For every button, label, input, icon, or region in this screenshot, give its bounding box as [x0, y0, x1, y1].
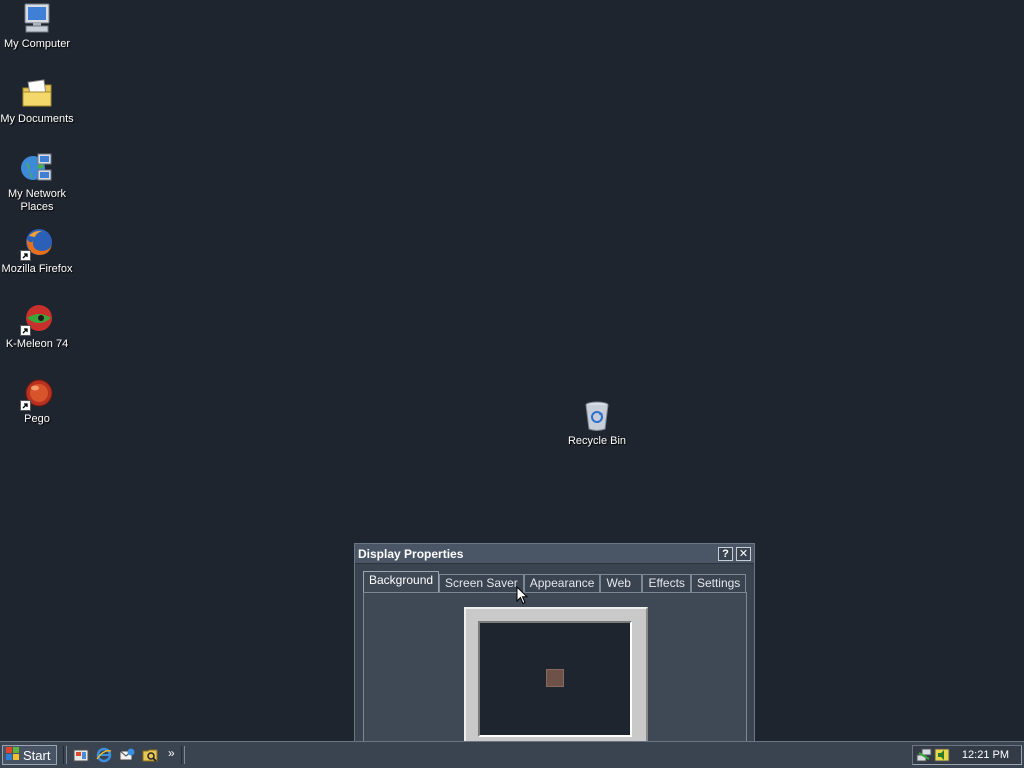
close-button[interactable]: ✕ — [736, 546, 751, 561]
mouse-cursor-icon — [516, 585, 529, 608]
system-tray: 12:21 PM — [912, 745, 1022, 765]
desktop-icon-my-computer[interactable]: My Computer — [0, 2, 74, 51]
quicklaunch-more-button[interactable]: » — [168, 746, 175, 760]
pego-icon — [20, 377, 54, 411]
windows-explorer-icon[interactable] — [142, 747, 158, 763]
volume-tray-icon[interactable] — [934, 747, 950, 763]
shortcut-arrow-icon — [20, 250, 31, 261]
desktop-icon-label: Recycle Bin — [567, 435, 627, 447]
background-tab-panel — [363, 592, 747, 747]
title-bar[interactable]: Display Properties ? ✕ — [355, 544, 754, 564]
desktop-icon-label: My Network Places — [7, 188, 67, 213]
network-tray-icon[interactable] — [916, 747, 932, 763]
monitor-preview — [464, 607, 648, 747]
desktop-icon-label: Pego — [24, 413, 50, 425]
desktop-icon-k-meleon[interactable]: K-Meleon 74 — [0, 302, 74, 351]
desktop-icon-mozilla-firefox[interactable]: Mozilla Firefox — [0, 227, 74, 276]
tab-effects[interactable]: Effects — [642, 574, 691, 592]
desktop-icon-my-documents[interactable]: My Documents — [0, 77, 74, 126]
taskbar: Start » 12:21 PM — [0, 741, 1024, 768]
quicklaunch-separator[interactable] — [63, 746, 67, 764]
tab-settings[interactable]: Settings — [690, 574, 747, 592]
desktop-icon-label: My Documents — [0, 113, 74, 125]
desktop-icon-label: K-Meleon 74 — [5, 338, 69, 350]
monitor-preview-screen — [478, 621, 632, 737]
computer-icon — [20, 2, 54, 36]
tab-background[interactable]: Background — [363, 571, 440, 592]
clock[interactable]: 12:21 PM — [962, 749, 1009, 761]
desktop-icon-recycle-bin[interactable]: Recycle Bin — [560, 399, 634, 448]
shortcut-arrow-icon — [20, 325, 31, 336]
tab-strip: Background Screen Saver Appearance Web E… — [363, 571, 747, 592]
wallpaper-thumbnail — [546, 669, 564, 687]
recycle-bin-icon — [580, 399, 614, 433]
desktop-icon-label: My Computer — [3, 38, 71, 50]
display-properties-window[interactable]: Display Properties ? ✕ Background Screen… — [354, 543, 755, 747]
network-icon — [20, 152, 54, 186]
desktop-icon-pego[interactable]: Pego — [0, 377, 74, 426]
taskbar-separator[interactable] — [181, 746, 185, 764]
tab-web[interactable]: Web — [600, 574, 643, 592]
outlook-express-icon[interactable] — [119, 747, 135, 763]
shortcut-arrow-icon — [20, 400, 31, 411]
tab-screen-saver[interactable]: Screen Saver — [439, 574, 524, 592]
desktop-icon-my-network-places[interactable]: My Network Places — [0, 152, 74, 214]
internet-explorer-icon[interactable] — [96, 747, 112, 763]
start-label: Start — [23, 747, 51, 763]
window-title: Display Properties — [358, 546, 464, 561]
windows-logo-icon — [6, 746, 20, 764]
show-desktop-icon[interactable] — [73, 747, 89, 763]
tab-appearance[interactable]: Appearance — [523, 574, 601, 592]
firefox-icon — [20, 227, 54, 261]
help-button[interactable]: ? — [718, 546, 733, 561]
kmeleon-icon — [20, 302, 54, 336]
desktop-icon-label: Mozilla Firefox — [1, 263, 73, 275]
folder-documents-icon — [20, 77, 54, 111]
start-button[interactable]: Start — [2, 745, 57, 765]
